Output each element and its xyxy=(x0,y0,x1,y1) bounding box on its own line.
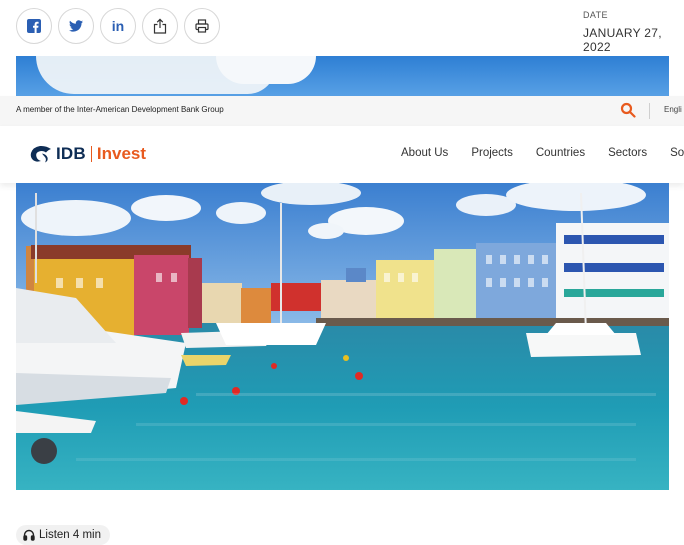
date-block: DATE JANUARY 27, 2022 xyxy=(583,10,684,54)
linkedin-share-button[interactable]: in xyxy=(100,8,136,44)
headphones-icon xyxy=(23,529,35,541)
date-value: JANUARY 27, 2022 xyxy=(583,26,662,54)
hero-image-top-strip xyxy=(16,56,669,98)
facebook-share-button[interactable] xyxy=(16,8,52,44)
idb-invest-logo[interactable]: IDB Invest xyxy=(29,144,146,164)
nav-sectors[interactable]: Sectors xyxy=(608,147,647,159)
utility-bar: A member of the Inter-American Developme… xyxy=(0,96,684,126)
nav-projects[interactable]: Projects xyxy=(471,147,513,159)
facebook-icon xyxy=(27,19,41,33)
listen-label: Listen 4 min xyxy=(39,529,102,541)
nav-links: About Us Projects Countries Sectors Solu xyxy=(401,147,684,159)
language-selector[interactable]: Engli xyxy=(664,105,682,114)
share-icon xyxy=(153,18,167,34)
logo-separator xyxy=(90,146,92,162)
nav-solutions[interactable]: Solu xyxy=(670,147,684,159)
twitter-icon xyxy=(69,20,83,32)
hero-image xyxy=(16,183,669,490)
printer-icon xyxy=(195,19,209,33)
search-icon[interactable] xyxy=(620,102,636,118)
print-button[interactable] xyxy=(184,8,220,44)
linkedin-icon: in xyxy=(111,18,125,34)
nav-about-us[interactable]: About Us xyxy=(401,147,448,159)
twitter-share-button[interactable] xyxy=(58,8,94,44)
share-button[interactable] xyxy=(142,8,178,44)
date-label: DATE xyxy=(583,10,608,20)
share-bar: in xyxy=(16,8,220,44)
main-navbar: IDB Invest About Us Projects Countries S… xyxy=(0,126,684,183)
logo-invest-text: Invest xyxy=(96,144,147,163)
member-text: A member of the Inter-American Developme… xyxy=(16,105,224,114)
divider xyxy=(649,103,650,119)
logo-idb-text: IDB xyxy=(56,144,86,163)
nav-countries[interactable]: Countries xyxy=(536,147,585,159)
logo-mark-icon xyxy=(30,145,51,163)
listen-button[interactable]: Listen 4 min xyxy=(16,525,111,545)
